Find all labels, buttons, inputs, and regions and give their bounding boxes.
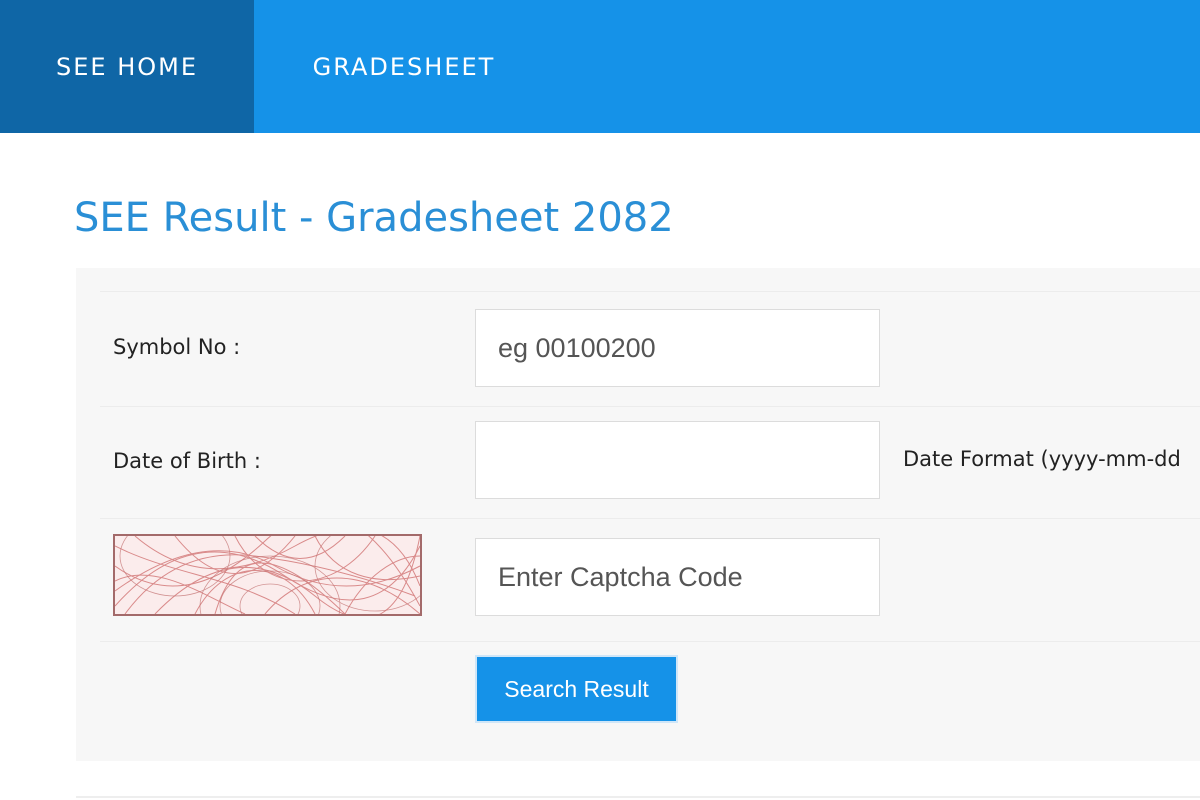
- top-navbar: SEE HOME GRADESHEET: [0, 0, 1200, 133]
- captcha-noise: [115, 536, 420, 614]
- row-divider: [100, 406, 1200, 407]
- row-divider: [100, 518, 1200, 519]
- nav-see-home[interactable]: SEE HOME: [0, 0, 254, 133]
- search-result-button[interactable]: Search Result: [475, 655, 678, 723]
- captcha-input[interactable]: [475, 538, 880, 616]
- captcha-image: [113, 534, 422, 616]
- row-divider: [100, 291, 1200, 292]
- page-title: SEE Result - Gradesheet 2082: [74, 195, 674, 241]
- date-format-hint: Date Format (yyyy-mm-dd: [903, 447, 1181, 471]
- symbol-no-input[interactable]: [475, 309, 880, 387]
- symbol-no-label: Symbol No :: [113, 335, 241, 359]
- dob-label: Date of Birth :: [113, 449, 261, 473]
- row-divider: [100, 641, 1200, 642]
- nav-gradesheet[interactable]: GRADESHEET: [254, 0, 554, 133]
- panel-bottom-divider: [76, 796, 1200, 798]
- dob-input[interactable]: [475, 421, 880, 499]
